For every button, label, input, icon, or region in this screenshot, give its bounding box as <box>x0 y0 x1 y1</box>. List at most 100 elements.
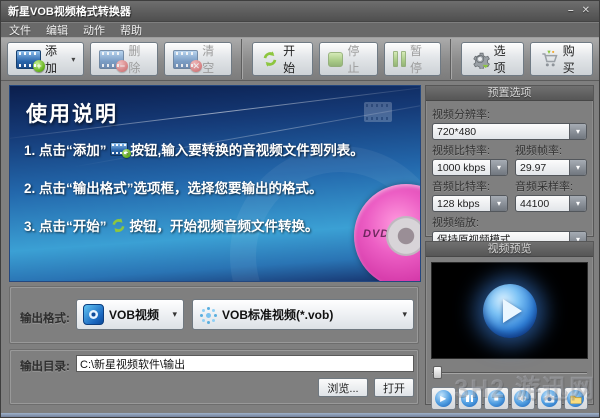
video-preview-panel: 视频预览 ▶ ■ <box>425 241 594 405</box>
clear-label: 清空 <box>202 42 223 76</box>
browse-button[interactable]: 浏览... <box>318 378 368 397</box>
gear-icon <box>470 49 490 69</box>
output-directory-label: 输出目录: <box>20 358 70 374</box>
app-window: 新星VOB视频格式转换器 – ✕ 文件 编辑 动作 帮助 + 添加 ▾ − 删除… <box>0 0 600 418</box>
instructions-banner: DVD ROM 使用说明 1. 点击“添加” + 按钮,输入要转换的音视频文件到… <box>9 85 421 282</box>
pause-icon <box>466 395 473 402</box>
video-preview-area <box>431 262 588 359</box>
output-directory-input[interactable] <box>76 355 414 372</box>
add-dropdown-arrow-icon[interactable]: ▾ <box>71 55 75 64</box>
menu-file[interactable]: 文件 <box>9 22 31 38</box>
buy-button[interactable]: 购买 <box>530 42 593 76</box>
framerate-value: 29.97 <box>516 160 569 175</box>
start-button[interactable]: 开始 <box>252 42 313 76</box>
stop-label: 停止 <box>347 42 369 76</box>
seek-track[interactable] <box>432 372 587 374</box>
output-format-label: 输出格式: <box>20 310 70 326</box>
options-label: 选项 <box>494 42 515 76</box>
browse-label: 浏览... <box>327 380 358 396</box>
video-bitrate-value: 1000 kbps <box>433 160 490 175</box>
clear-button[interactable]: ✕ 清空 <box>164 42 232 76</box>
samplerate-label: 音频采样率: <box>515 178 587 194</box>
chevron-down-icon[interactable]: ▾ <box>569 124 586 139</box>
output-profile-select[interactable]: VOB标准视频(*.vob) ▾ <box>192 299 414 330</box>
minimize-button-icon[interactable]: – <box>568 5 574 17</box>
menu-edit[interactable]: 编辑 <box>46 22 68 38</box>
open-button[interactable]: 打开 <box>374 378 414 397</box>
chevron-down-icon[interactable]: ▾ <box>490 160 507 175</box>
samplerate-value: 44100 <box>516 196 569 211</box>
output-format-select[interactable]: VOB视频 ▾ <box>76 299 184 330</box>
output-format-value: VOB视频 <box>109 306 159 323</box>
menu-action[interactable]: 动作 <box>83 22 105 38</box>
play-icon: ▶ <box>440 395 446 403</box>
step3-text-post: 按钮，开始视频音频文件转换。 <box>130 215 319 235</box>
chevron-down-icon[interactable]: ▾ <box>569 196 586 211</box>
resolution-label: 视频分辨率: <box>432 106 587 122</box>
step3-text-pre: 3. 点击“开始” <box>24 215 107 235</box>
media-player-logo-icon <box>483 284 537 338</box>
options-button[interactable]: 选项 <box>461 42 524 76</box>
video-bitrate-label: 视频比特率: <box>432 142 508 158</box>
preview-stop-button[interactable]: ■ <box>484 387 509 410</box>
video-scale-label: 视频缩放: <box>432 214 587 230</box>
stop-icon: ■ <box>494 395 499 403</box>
step1-text-pre: 1. 点击“添加” <box>24 139 107 159</box>
filmstrip-add-icon: + <box>16 50 41 69</box>
menu-help[interactable]: 帮助 <box>120 22 142 38</box>
stop-square-icon <box>328 52 343 67</box>
start-recycle-icon <box>261 50 279 68</box>
pause-button[interactable]: 暂停 <box>384 42 441 76</box>
instruction-step-1: 1. 点击“添加” + 按钮,输入要转换的音视频文件到列表。 <box>24 139 364 159</box>
output-format-group: 输出格式: VOB视频 ▾ VOB标准视频(*.vob) ▾ <box>9 286 419 344</box>
preview-snapshot-button[interactable] <box>537 387 562 410</box>
inline-filmstrip-add-icon: + <box>110 142 128 156</box>
preview-pause-button[interactable] <box>458 387 483 410</box>
close-button-icon[interactable]: ✕ <box>582 5 590 17</box>
delete-button[interactable]: − 删除 <box>90 42 158 76</box>
output-directory-group: 输出目录: 浏览... 打开 <box>9 349 419 405</box>
stop-button[interactable]: 停止 <box>319 42 378 76</box>
folder-icon <box>567 390 584 407</box>
vob-format-icon <box>83 304 104 325</box>
resolution-select[interactable]: 720*480 ▾ <box>432 123 587 140</box>
add-button[interactable]: + 添加 ▾ <box>7 42 84 76</box>
seek-slider[interactable] <box>432 366 587 379</box>
instructions-heading: 使用说明 <box>26 98 118 128</box>
inline-recycle-icon <box>110 217 127 234</box>
preview-folder-button[interactable] <box>564 387 589 410</box>
audio-bitrate-label: 音频比特率: <box>432 178 508 194</box>
video-bitrate-select[interactable]: 1000 kbps ▾ <box>432 159 508 176</box>
buy-label: 购买 <box>563 42 584 76</box>
chevron-down-icon[interactable]: ▾ <box>569 160 586 175</box>
pause-bars-icon <box>393 51 406 67</box>
audio-bitrate-select[interactable]: 128 kbps ▾ <box>432 195 508 212</box>
step1-text-post: 按钮,输入要转换的音视频文件到列表。 <box>131 139 364 159</box>
preview-panel-title: 视频预览 <box>426 242 593 257</box>
preset-options-panel: 预置选项 视频分辨率: 720*480 ▾ 视频比特率: 1000 kbps ▾… <box>425 85 594 237</box>
combo-arrow-icon[interactable]: ▾ <box>172 309 177 320</box>
preview-play-button[interactable]: ▶ <box>431 387 456 410</box>
add-label: 添加 <box>45 42 65 76</box>
filmstrip-delete-icon: − <box>99 50 124 69</box>
samplerate-select[interactable]: 44100 ▾ <box>515 195 587 212</box>
pause-label: 暂停 <box>410 42 432 76</box>
combo-arrow-icon[interactable]: ▾ <box>402 309 407 320</box>
disc-center-ring <box>386 216 421 256</box>
resolution-value: 720*480 <box>433 124 569 139</box>
camera-icon <box>541 390 558 407</box>
toolbar: + 添加 ▾ − 删除 ✕ 清空 开始 停止 <box>1 37 599 81</box>
seek-thumb[interactable] <box>433 366 442 379</box>
title-bar: 新星VOB视频格式转换器 – ✕ <box>1 1 599 22</box>
chevron-down-icon[interactable]: ▾ <box>490 196 507 211</box>
toolbar-separator <box>241 39 243 79</box>
profile-dots-icon <box>199 306 217 324</box>
delete-label: 删除 <box>128 42 149 76</box>
preview-mute-button[interactable] <box>511 387 536 410</box>
toolbar-separator <box>450 39 452 79</box>
step2-text: 2. 点击“输出格式”选项框，选择您要输出的格式。 <box>24 177 323 197</box>
framerate-select[interactable]: 29.97 ▾ <box>515 159 587 176</box>
speaker-icon <box>514 390 531 407</box>
open-label: 打开 <box>383 380 405 396</box>
filmstrip-ghost-icon <box>364 102 392 122</box>
